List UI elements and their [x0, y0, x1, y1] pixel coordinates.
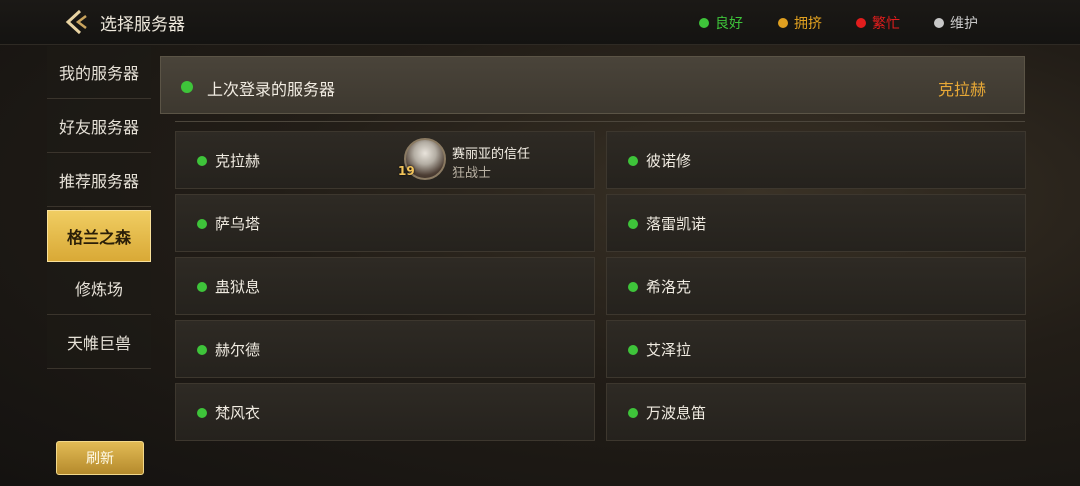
- status-busy-icon: [856, 18, 866, 28]
- sidebar-item-my-servers[interactable]: 我的服务器: [47, 46, 151, 99]
- legend-maintenance: 维护: [934, 13, 978, 33]
- server-card[interactable]: 彼诺修: [606, 131, 1026, 189]
- back-arrow-icon[interactable]: [62, 8, 92, 36]
- legend-crowded-label: 拥挤: [794, 16, 822, 32]
- legend-maintenance-label: 维护: [950, 16, 978, 32]
- status-good-icon: [628, 408, 638, 418]
- sidebar-item-friend-servers[interactable]: 好友服务器: [47, 100, 151, 153]
- legend-crowded: 拥挤: [778, 13, 822, 33]
- server-name: 蛊狱息: [215, 278, 261, 296]
- server-card[interactable]: 克拉赫 19 赛丽亚的信任 狂战士: [175, 131, 595, 189]
- sidebar-item-gelan-forest[interactable]: 格兰之森: [47, 210, 151, 262]
- status-good-icon: [628, 219, 638, 229]
- status-good-icon: [197, 282, 207, 292]
- server-name: 艾泽拉: [646, 341, 692, 359]
- status-crowded-icon: [778, 18, 788, 28]
- last-login-server-name: 克拉赫: [937, 80, 986, 99]
- refresh-button[interactable]: 刷新: [56, 441, 144, 475]
- server-name: 克拉赫: [215, 152, 261, 170]
- sidebar-item-titan-beast[interactable]: 天帷巨兽: [47, 316, 151, 369]
- server-card[interactable]: 希洛克: [606, 257, 1026, 315]
- status-maintenance-icon: [934, 18, 944, 28]
- status-good-icon: [197, 156, 207, 166]
- status-good-icon: [628, 156, 638, 166]
- sidebar-item-recommended-servers[interactable]: 推荐服务器: [47, 154, 151, 207]
- divider: [175, 121, 1025, 122]
- status-good-icon: [628, 282, 638, 292]
- server-card[interactable]: 蛊狱息: [175, 257, 595, 315]
- legend-busy-label: 繁忙: [872, 16, 900, 32]
- server-card[interactable]: 艾泽拉: [606, 320, 1026, 378]
- server-name: 萨乌塔: [215, 215, 261, 233]
- status-good-icon: [181, 81, 193, 93]
- top-bar: 选择服务器 良好 拥挤 繁忙 维护: [0, 0, 1080, 45]
- server-group-sidebar: 我的服务器 好友服务器 推荐服务器 格兰之森 修炼场 天帷巨兽: [47, 46, 151, 370]
- server-name: 万波息笛: [646, 404, 707, 422]
- server-card[interactable]: 万波息笛: [606, 383, 1026, 441]
- character-level: 19: [398, 164, 415, 178]
- server-card[interactable]: 萨乌塔: [175, 194, 595, 252]
- sidebar-item-training-ground[interactable]: 修炼场: [47, 262, 151, 315]
- server-card[interactable]: 赫尔德: [175, 320, 595, 378]
- legend-good: 良好: [699, 13, 743, 33]
- legend-good-label: 良好: [715, 16, 743, 32]
- server-card[interactable]: 落雷凯诺: [606, 194, 1026, 252]
- status-good-icon: [197, 219, 207, 229]
- server-name: 彼诺修: [646, 152, 692, 170]
- last-login-label: 上次登录的服务器: [207, 80, 336, 99]
- server-name: 赫尔德: [215, 341, 261, 359]
- legend-busy: 繁忙: [856, 13, 900, 33]
- status-good-icon: [197, 408, 207, 418]
- server-name: 落雷凯诺: [646, 215, 707, 233]
- server-card[interactable]: 梵风衣: [175, 383, 595, 441]
- status-good-icon: [699, 18, 709, 28]
- server-name: 梵风衣: [215, 404, 261, 422]
- character-class: 狂战士: [452, 166, 492, 181]
- character-name: 赛丽亚的信任: [452, 147, 531, 162]
- status-good-icon: [197, 345, 207, 355]
- server-name: 希洛克: [646, 278, 692, 296]
- status-good-icon: [628, 345, 638, 355]
- last-login-panel[interactable]: 上次登录的服务器 克拉赫: [160, 56, 1025, 114]
- page-title: 选择服务器: [100, 15, 185, 35]
